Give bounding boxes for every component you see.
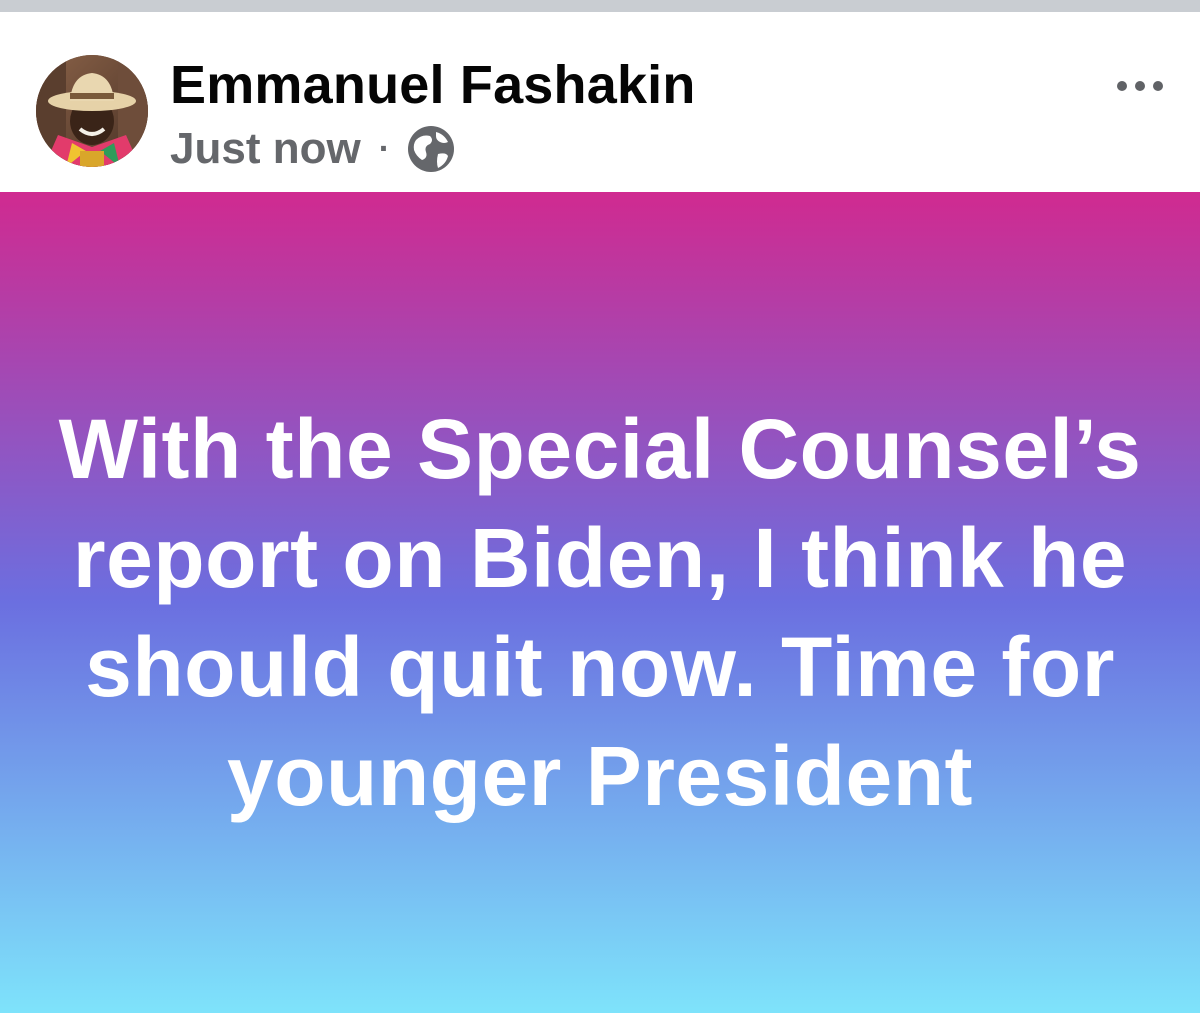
author-avatar[interactable]: [36, 55, 148, 167]
post-text: With the Special Counsel’s report on Bid…: [58, 401, 1142, 823]
globe-icon[interactable]: [406, 124, 456, 174]
top-strip: [0, 0, 1200, 12]
post-meta: Just now ·: [170, 124, 456, 174]
post-background: With the Special Counsel’s report on Bid…: [0, 192, 1200, 1013]
author-name[interactable]: Emmanuel Fashakin: [170, 52, 696, 118]
more-options-button[interactable]: [1112, 68, 1168, 104]
post-header: Emmanuel Fashakin Just now ·: [0, 12, 1200, 192]
more-options-icon: [1117, 81, 1163, 91]
meta-separator: ·: [378, 129, 391, 168]
post-timestamp[interactable]: Just now: [170, 124, 361, 174]
